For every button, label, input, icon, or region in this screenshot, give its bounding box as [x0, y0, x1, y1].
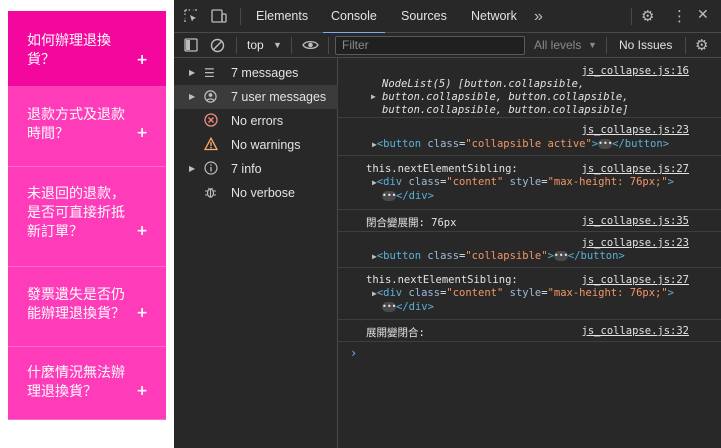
- element-node[interactable]: ▶<button class="collapsible">•••</button…: [372, 250, 625, 262]
- tab-elements[interactable]: Elements: [256, 0, 308, 33]
- source-link[interactable]: js_collapse.js:16: [582, 65, 689, 77]
- info-icon: [204, 157, 218, 181]
- toolbar-divider: [291, 37, 292, 54]
- console-prompt-icon[interactable]: ›: [350, 346, 357, 360]
- plus-icon: +: [136, 125, 148, 141]
- source-link[interactable]: js_collapse.js:27: [582, 163, 689, 175]
- log-text: this.nextElementSibling:: [366, 163, 518, 175]
- chevron-down-icon[interactable]: ▼: [588, 33, 597, 58]
- expand-arrow-icon[interactable]: ▶: [189, 157, 195, 181]
- plus-icon: +: [136, 52, 148, 68]
- ellipsis-icon[interactable]: •••: [382, 302, 396, 312]
- user-icon: [204, 85, 217, 109]
- faq-item-invoice-lost[interactable]: 發票遺失是否仍能辦理退換貨？ +: [8, 267, 166, 347]
- error-icon: [204, 109, 218, 133]
- element-node[interactable]: ▶<div class="content" style="max-height:…: [372, 287, 674, 299]
- source-link[interactable]: js_collapse.js:35: [582, 215, 689, 227]
- console-output: js_collapse.js:16 NodeList(5) [button.co…: [338, 58, 721, 448]
- log-text: NodeList(5) [button.collapsible,: [382, 78, 585, 90]
- expand-arrow-icon[interactable]: ▶: [371, 92, 376, 101]
- console-message: 展開變閉合: js_collapse.js:32: [338, 320, 721, 342]
- toolbar-divider: [328, 37, 329, 54]
- sidebar-item-errors[interactable]: No errors: [174, 109, 338, 133]
- sidebar-item-verbose[interactable]: No verbose: [174, 181, 338, 205]
- inspect-element-icon[interactable]: [184, 9, 198, 26]
- more-tabs-button[interactable]: »: [534, 0, 543, 33]
- source-link[interactable]: js_collapse.js:32: [582, 325, 689, 337]
- console-message: 閉合變展開: 76px js_collapse.js:35: [338, 210, 721, 232]
- faq-item-refund-method[interactable]: 退款方式及退款時間？ +: [8, 87, 166, 167]
- toolbar-divider: [236, 37, 237, 54]
- plus-icon: +: [136, 305, 148, 321]
- log-text: button.collapsible, button.collapsible,: [382, 91, 629, 103]
- toolbar-divider: [685, 37, 686, 54]
- source-link[interactable]: js_collapse.js:23: [582, 237, 689, 249]
- clear-console-icon[interactable]: [210, 38, 225, 56]
- source-link[interactable]: js_collapse.js:27: [582, 274, 689, 286]
- sidebar-item-info[interactable]: ▶ 7 info: [174, 157, 338, 181]
- sidebar-toggle-icon[interactable]: [184, 38, 198, 55]
- log-text: 展開變閉合:: [366, 327, 425, 339]
- log-text: 閉合變展開: 76px: [366, 217, 457, 229]
- plus-icon: +: [136, 223, 148, 239]
- faq-accordion: 如何辦理退換貨？ + 退款方式及退款時間？ + 未退回的退款，是否可直接折抵新訂…: [8, 11, 166, 420]
- close-icon[interactable]: ✕: [697, 7, 709, 23]
- faq-item-return-how[interactable]: 如何辦理退換貨？ +: [8, 11, 166, 87]
- tab-sources[interactable]: Sources: [401, 0, 447, 33]
- sidebar-item-label: No errors: [231, 114, 284, 128]
- plus-icon: +: [136, 383, 148, 399]
- more-options-icon[interactable]: ⋮: [672, 7, 687, 25]
- console-sidebar: ▶ ☰ 7 messages ▶ 7 user messages No erro…: [174, 58, 338, 448]
- settings-gear-icon[interactable]: ⚙: [641, 7, 654, 25]
- tab-network[interactable]: Network: [471, 0, 517, 33]
- live-expression-eye-icon[interactable]: [302, 38, 319, 55]
- sidebar-item-label: 7 messages: [231, 66, 299, 80]
- log-text: this.nextElementSibling:: [366, 274, 518, 286]
- console-message: this.nextElementSibling: js_collapse.js:…: [338, 268, 721, 320]
- console-settings-gear-icon[interactable]: ⚙: [695, 36, 708, 54]
- console-toolbar: top ▼ Filter All levels ▼ No Issues ⚙: [174, 33, 721, 58]
- sidebar-item-label: No warnings: [231, 138, 301, 152]
- element-node[interactable]: ▶<button class="collapsible active">•••<…: [372, 138, 669, 150]
- element-node[interactable]: ▶<div class="content" style="max-height:…: [372, 176, 674, 188]
- sidebar-item-messages[interactable]: ▶ ☰ 7 messages: [174, 61, 338, 85]
- expand-arrow-icon[interactable]: ▶: [189, 85, 195, 109]
- tab-divider: [240, 8, 241, 25]
- devtools-panel: Elements Console Sources Network » ⚙ ⋮ ✕…: [174, 0, 721, 448]
- faq-item-refund-offset[interactable]: 未退回的退款，是否可直接折抵新訂單？ +: [8, 167, 166, 267]
- element-node-close: •••</div>: [382, 301, 434, 313]
- log-text: button.collapsible, button.collapsible]: [382, 104, 629, 116]
- source-link[interactable]: js_collapse.js:23: [582, 124, 689, 136]
- sidebar-item-user-messages[interactable]: ▶ 7 user messages: [174, 85, 338, 109]
- expand-arrow-icon[interactable]: ▶: [189, 61, 195, 85]
- tab-console[interactable]: Console: [323, 0, 385, 34]
- ellipsis-icon[interactable]: •••: [382, 191, 396, 201]
- sidebar-item-warnings[interactable]: No warnings: [174, 133, 338, 157]
- context-selector[interactable]: top: [247, 33, 264, 58]
- ellipsis-icon[interactable]: •••: [598, 139, 613, 149]
- element-node-close: •••</div>: [382, 190, 434, 202]
- toolbar-divider: [606, 37, 607, 54]
- list-icon: ☰: [204, 66, 215, 80]
- bug-icon: [204, 181, 217, 205]
- filter-input[interactable]: Filter: [335, 36, 525, 55]
- ellipsis-icon[interactable]: •••: [553, 251, 568, 261]
- faq-item-cannot-return[interactable]: 什麼情況無法辦理退換貨？ +: [8, 347, 166, 420]
- sidebar-item-label: No verbose: [231, 186, 295, 200]
- console-message: this.nextElementSibling: js_collapse.js:…: [338, 156, 721, 210]
- issues-counter[interactable]: No Issues: [619, 33, 672, 58]
- sidebar-item-label: 7 info: [231, 162, 262, 176]
- console-message: js_collapse.js:16 NodeList(5) [button.co…: [338, 58, 721, 118]
- chevron-down-icon[interactable]: ▼: [273, 33, 282, 58]
- console-message: js_collapse.js:23 ▶<button class="collap…: [338, 232, 721, 268]
- tab-divider: [631, 8, 632, 25]
- sidebar-item-label: 7 user messages: [231, 90, 327, 104]
- console-message: js_collapse.js:23 ▶<button class="collap…: [338, 118, 721, 156]
- warning-icon: [203, 133, 219, 157]
- log-levels-dropdown[interactable]: All levels: [534, 33, 581, 58]
- device-toolbar-icon[interactable]: [211, 9, 227, 26]
- devtools-tabbar: Elements Console Sources Network » ⚙ ⋮ ✕: [174, 0, 721, 34]
